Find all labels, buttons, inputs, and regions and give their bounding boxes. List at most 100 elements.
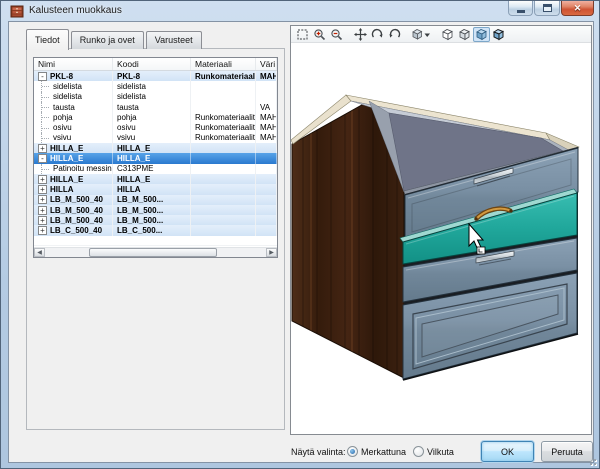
rotate-right-icon[interactable] (369, 27, 386, 42)
cell-vari: MAH (256, 122, 277, 132)
table-row[interactable]: +HILLA_EHILLA_E (34, 143, 277, 153)
cell-koodi: HILLA_E (113, 143, 191, 153)
zoom-window-icon[interactable] (294, 27, 311, 42)
column-header[interactable]: Väri (256, 58, 277, 70)
cell-materiaali: Runkomateriaalit (191, 133, 256, 143)
cell-vari: VA (256, 102, 277, 112)
horizontal-scrollbar[interactable]: ◀▶ (34, 247, 277, 257)
part-name: HILLA_E (50, 175, 83, 184)
scrollbar-thumb[interactable] (89, 248, 217, 257)
table-header[interactable]: NimiKoodiMateriaaliVäri (34, 58, 277, 71)
part-name: LB_M_500_40 (50, 206, 103, 215)
close-icon: ✕ (574, 3, 582, 14)
minimize-button[interactable] (508, 1, 533, 16)
scroll-right-icon[interactable]: ▶ (266, 248, 277, 257)
table-row[interactable]: vsivuvsivuRunkomateriaalitMAH (34, 133, 277, 143)
show-selection-marked-radio[interactable] (347, 446, 358, 457)
cell-nimi: +LB_M_500_40 (34, 205, 113, 215)
pan-icon[interactable] (352, 27, 369, 42)
render-hidden-line-icon[interactable] (456, 27, 473, 42)
cell-materiaali: Runkomateriaalit (191, 122, 256, 132)
ok-button[interactable]: OK (481, 441, 534, 462)
part-name: osivu (53, 123, 72, 132)
maximize-icon (543, 4, 552, 12)
zoom-out-icon[interactable] (328, 27, 345, 42)
part-name: LB_C_500_40 (50, 226, 102, 235)
part-name: PKL-8 (50, 72, 73, 81)
collapse-icon[interactable]: - (38, 154, 47, 163)
table-row[interactable]: -PKL-8PKL-8RunkomateriaalitMAH (34, 71, 277, 81)
cell-koodi: sidelista (113, 92, 191, 102)
collapse-icon[interactable]: - (38, 72, 47, 81)
tab-strip: Tiedot Runko ja ovet Varusteet (26, 31, 204, 49)
cancel-button[interactable]: Peruuta (541, 441, 593, 462)
render-wireframe-icon[interactable] (439, 27, 456, 42)
table-row[interactable]: pohjapohjaRunkomateriaalitMAH (34, 112, 277, 122)
render-shaded-icon[interactable] (473, 27, 490, 42)
tab-varusteet[interactable]: Varusteet (146, 31, 202, 49)
column-header[interactable]: Materiaali (191, 58, 256, 70)
expand-icon[interactable]: + (38, 226, 47, 235)
expand-icon[interactable]: + (38, 175, 47, 184)
tree-line-icon (41, 122, 51, 132)
part-name: HILLA_E (50, 154, 83, 163)
column-header[interactable]: Nimi (34, 58, 113, 70)
expand-icon[interactable]: + (38, 185, 47, 194)
cell-nimi: +HILLA_E (34, 143, 113, 153)
table-row[interactable]: +LB_M_500_40LB_M_500... (34, 205, 277, 215)
titlebar[interactable]: Kalusteen muokkaus ✕ (1, 1, 599, 21)
show-selection-blink-radio[interactable] (413, 446, 424, 457)
resize-grip[interactable] (588, 457, 596, 465)
table-row[interactable]: sidelistasidelista (34, 92, 277, 102)
tab-tiedot[interactable]: Tiedot (26, 29, 69, 50)
cell-koodi: pohja (113, 112, 191, 122)
rotate-left-icon[interactable] (386, 27, 403, 42)
tree-line-icon (41, 92, 51, 102)
table-row[interactable]: osivuosivuRunkomateriaalitMAH (34, 122, 277, 132)
parts-table[interactable]: NimiKoodiMateriaaliVäri-PKL-8PKL-8Runkom… (33, 57, 278, 258)
scrollbar-track[interactable] (45, 248, 266, 257)
column-header[interactable]: Koodi (113, 58, 191, 70)
table-row[interactable]: +LB_C_500_40 LB_C_500... (34, 225, 277, 235)
close-button[interactable]: ✕ (561, 1, 594, 16)
cell-koodi: HILLA (113, 184, 191, 194)
table-row[interactable]: +LB_M_500_40LB_M_500... (34, 215, 277, 225)
expand-icon[interactable]: + (38, 195, 47, 204)
table-row[interactable]: taustataustaVA (34, 102, 277, 112)
table-row[interactable]: +HILLAHILLA (34, 184, 277, 194)
maximize-button[interactable] (534, 1, 560, 16)
render-shaded-edges-icon[interactable] (490, 27, 507, 42)
cell-materiaali (191, 153, 256, 163)
cell-vari (256, 215, 277, 225)
table-row[interactable]: -HILLA_EHILLA_E (34, 153, 277, 163)
show-selection-label: Näytä valinta: (291, 447, 346, 457)
cell-nimi: sidelista (34, 81, 113, 91)
tab-runko-ja-ovet[interactable]: Runko ja ovet (71, 31, 144, 49)
viewer-toolbar (291, 26, 591, 43)
show-selection-marked-label: Merkattuna (361, 447, 406, 457)
cell-materiaali (191, 102, 256, 112)
table-row[interactable]: +HILLA_EHILLA_E (34, 174, 277, 184)
zoom-in-icon[interactable] (311, 27, 328, 42)
table-row[interactable]: Patinoitu messinki, 96mmC313PME (34, 164, 277, 174)
cell-vari (256, 143, 277, 153)
expand-icon[interactable]: + (38, 144, 47, 153)
cell-koodi: HILLA_E (113, 174, 191, 184)
expand-icon[interactable]: + (38, 206, 47, 215)
cell-koodi: LB_M_500... (113, 205, 191, 215)
table-row[interactable]: sidelistasidelista (34, 81, 277, 91)
scroll-left-icon[interactable]: ◀ (34, 248, 45, 257)
cell-materiaali (191, 225, 256, 235)
cell-nimi: +LB_M_500_40 (34, 215, 113, 225)
cell-vari (256, 81, 277, 91)
view-cube-menu-icon[interactable] (410, 27, 432, 42)
tree-line-icon (41, 112, 51, 122)
table-row[interactable]: +LB_M_500_40LB_M_500... (34, 195, 277, 205)
cell-koodi: LB_M_500... (113, 215, 191, 225)
cell-koodi: LB_C_500... (113, 225, 191, 235)
cell-vari (256, 195, 277, 205)
cell-materiaali (191, 174, 256, 184)
cell-koodi: PKL-8 (113, 71, 191, 81)
expand-icon[interactable]: + (38, 216, 47, 225)
viewport-3d[interactable] (291, 43, 591, 434)
